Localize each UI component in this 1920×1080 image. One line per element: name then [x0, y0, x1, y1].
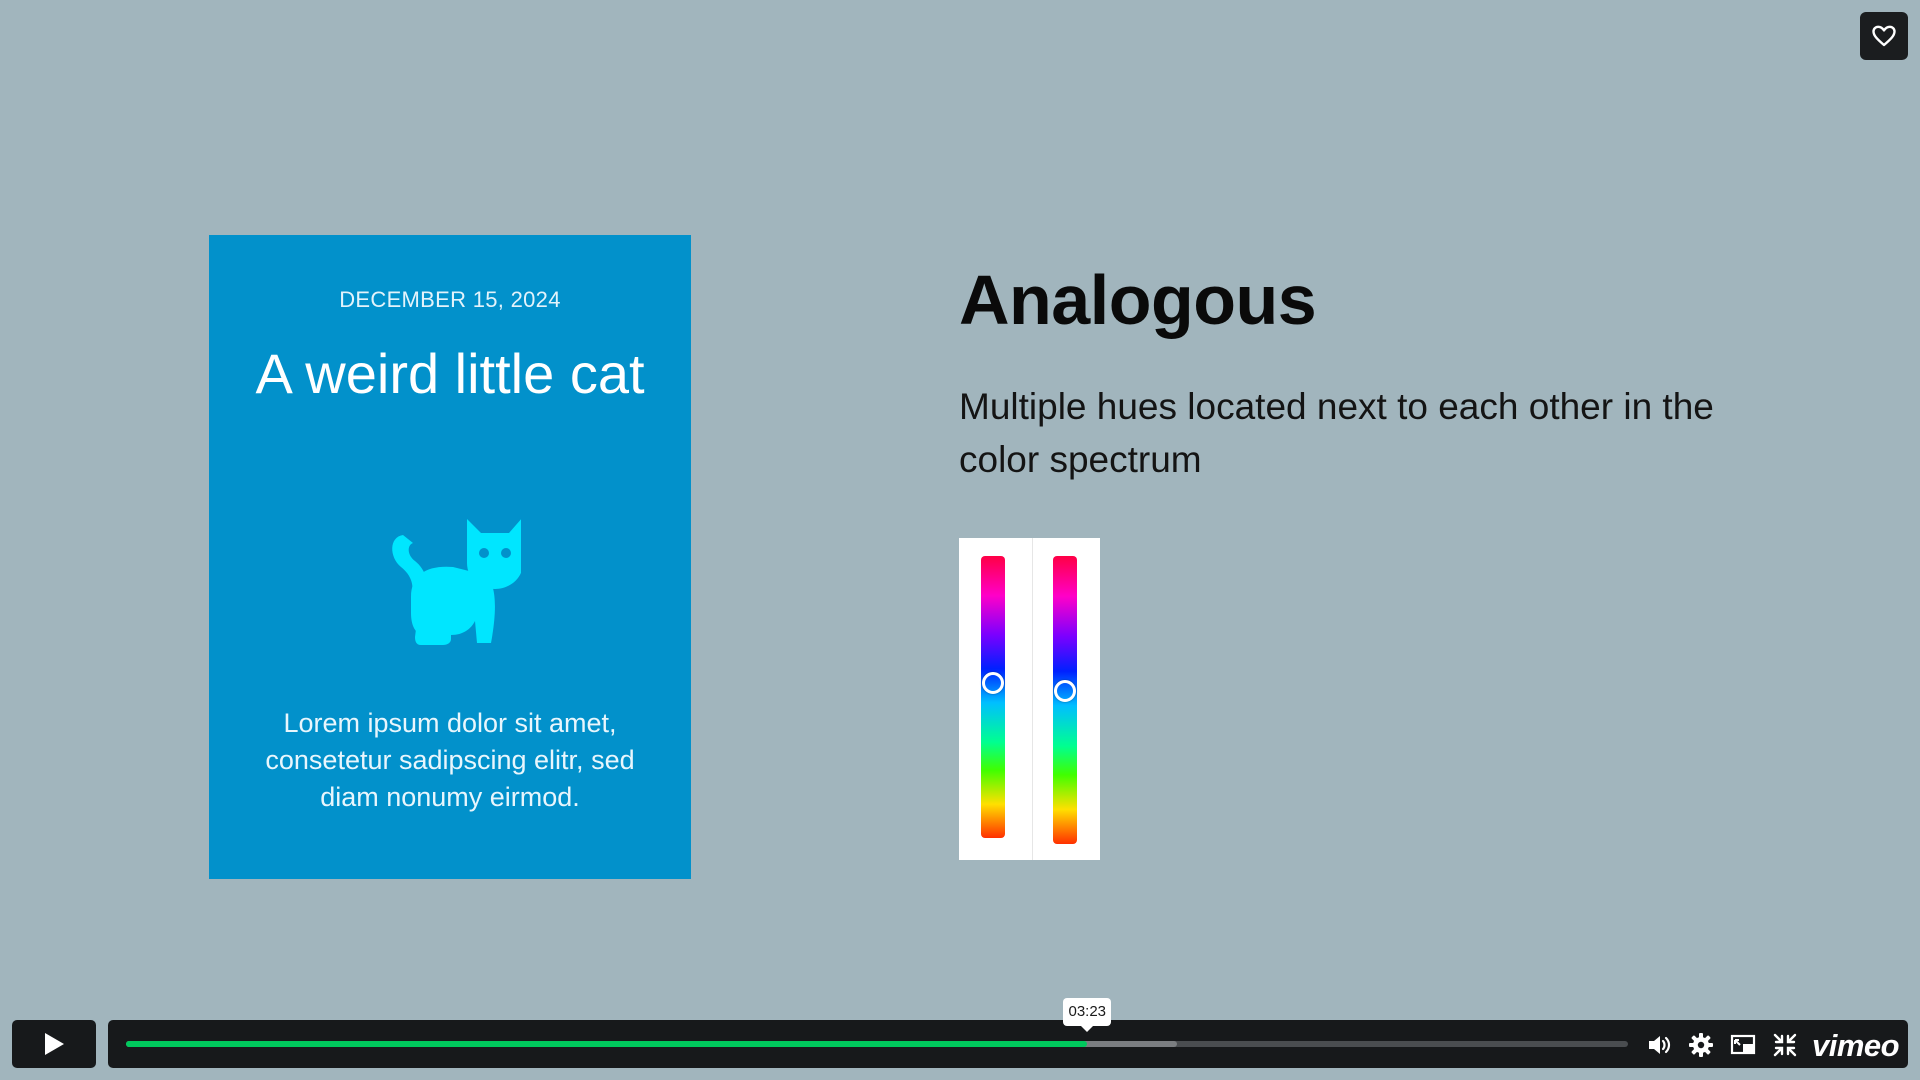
play-button[interactable] [12, 1020, 96, 1068]
hue-slider[interactable] [1053, 556, 1077, 844]
card-title: A weird little cat [255, 342, 645, 405]
pip-icon[interactable] [1730, 1032, 1756, 1058]
slide-heading: Analogous [959, 261, 1317, 339]
swatch-divider [1032, 538, 1033, 860]
progress-track[interactable] [126, 1041, 1628, 1047]
slide-description: Multiple hues located next to each other… [959, 386, 1714, 480]
blog-card: DECEMBER 15, 2024 A weird little cat Lor… [209, 235, 691, 879]
hue-slider[interactable] [981, 556, 1005, 838]
exit-fullscreen-icon[interactable] [1772, 1032, 1798, 1058]
hue-slider-handle[interactable] [982, 671, 1004, 694]
volume-icon[interactable] [1646, 1032, 1672, 1058]
hue-swatch-panel [959, 538, 1100, 860]
hue-slider-handle[interactable] [1054, 680, 1076, 703]
cat-icon [392, 519, 521, 645]
progress-panel: vimeo [108, 1020, 1908, 1068]
time-tooltip: 03:23 [1063, 998, 1112, 1032]
settings-icon[interactable] [1688, 1032, 1714, 1058]
vimeo-logo[interactable]: vimeo [1812, 1028, 1900, 1064]
card-date: DECEMBER 15, 2024 [339, 287, 561, 312]
like-button[interactable] [1860, 12, 1908, 60]
card-body-text: Lorem ipsum dolor sit amet, consetetur s… [265, 708, 635, 812]
heart-icon [1872, 25, 1896, 47]
played-bar [126, 1041, 1088, 1047]
play-icon [45, 1033, 64, 1055]
player-control-bar: vimeo [0, 1010, 1920, 1080]
